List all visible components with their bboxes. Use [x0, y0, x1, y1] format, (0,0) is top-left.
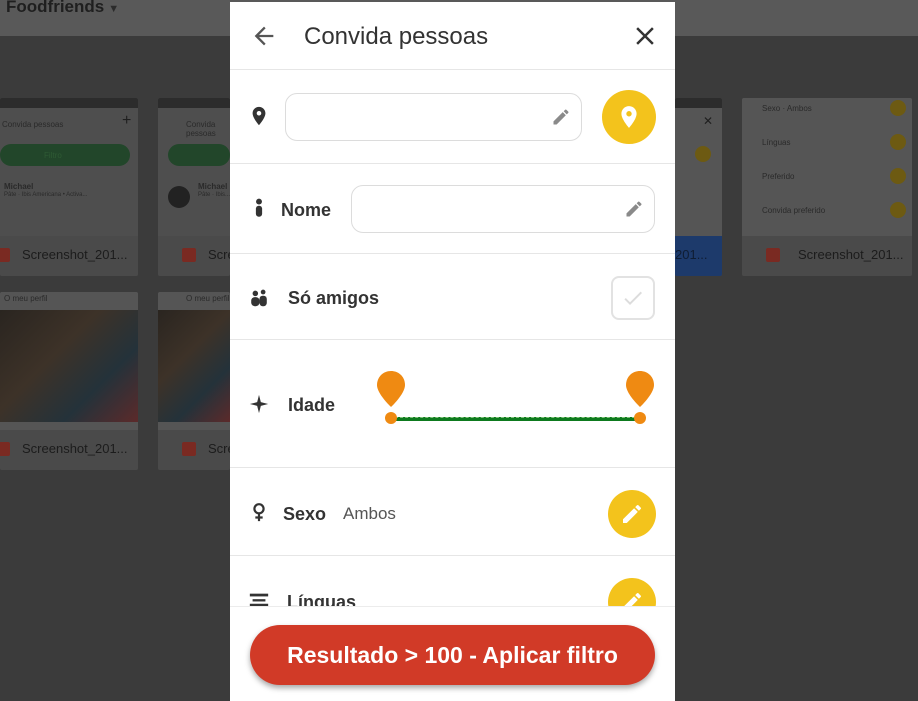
sex-value: Ambos [343, 504, 396, 523]
plus-icon: + [122, 112, 132, 129]
check-icon [624, 291, 642, 305]
age-max-value: 100 [659, 376, 675, 390]
card-person-name: Michael [4, 182, 34, 191]
sex-label: Sexo [283, 504, 327, 524]
back-arrow-icon[interactable] [250, 22, 278, 50]
card-row-text: Línguas [762, 138, 791, 147]
location-input[interactable] [298, 104, 538, 130]
name-input[interactable] [364, 196, 604, 222]
file-card[interactable]: ✕ 201... [675, 98, 722, 276]
file-name: 201... [675, 247, 708, 262]
card-person-sub: Pâte · Ibis... [198, 192, 230, 198]
file-name: Screenshot_201... [22, 441, 128, 456]
age-slider-track[interactable] [390, 417, 640, 421]
image-file-icon [182, 248, 196, 262]
card-row-text: Sexo · Ambos [762, 104, 812, 113]
edit-pencil-icon[interactable] [624, 199, 644, 219]
card-person-name: Michael [198, 182, 228, 191]
apply-filter-button[interactable]: Resultado > 100 - Aplicar filtro [250, 625, 655, 685]
chevron-down-icon: ▼ [108, 3, 120, 15]
card-filter-label: Filtro [44, 151, 62, 160]
age-label: Idade [288, 395, 336, 415]
location-field[interactable] [285, 93, 582, 141]
file-card[interactable]: Convida pessoas + Filtro Michael Pâte · … [0, 98, 138, 276]
card-header-text: O meu perfil [4, 294, 48, 303]
file-card[interactable]: O meu perfil Screenshot_201... [0, 292, 138, 470]
invite-people-dialog: Convida pessoas Nome Só amigos Idade 18 … [230, 2, 675, 701]
sex-row: Sexo Ambos [230, 468, 675, 556]
profile-photo [158, 310, 230, 422]
file-name: Screenshot_201... [208, 247, 230, 262]
age-min-pin[interactable]: 18 [376, 370, 428, 408]
map-pin-icon [626, 371, 654, 407]
avatar [168, 186, 190, 208]
friends-only-label: Só amigos [288, 288, 380, 308]
file-card[interactable]: Sexo · Ambos Línguas Preferido Convida p… [742, 98, 912, 276]
card-row-text: Preferido [762, 172, 795, 181]
edit-pencil-icon [623, 505, 641, 523]
file-card[interactable]: O meu perfil Screenshot_201... [158, 292, 230, 470]
location-pin-icon [621, 106, 637, 128]
card-header-text: Convida pessoas [186, 120, 216, 138]
edit-pencil-icon[interactable] [551, 107, 571, 127]
age-row: Idade 18 100 [230, 340, 675, 468]
location-row [230, 70, 675, 164]
female-symbol-icon [253, 503, 265, 522]
dialog-header: Convida pessoas [230, 2, 675, 70]
card-header-text: Convida pessoas [2, 120, 64, 129]
file-name: Screenshot_201... [208, 441, 230, 456]
close-icon[interactable] [630, 21, 660, 51]
name-row: Nome [230, 164, 675, 254]
age-max-handle[interactable] [634, 412, 646, 424]
age-min-value: 18 [413, 376, 429, 391]
card-person-sub: Pâte · Ibis Americana • Activa... [4, 192, 88, 198]
friends-icon [251, 289, 267, 307]
age-max-pin[interactable]: 100 [625, 370, 675, 408]
image-file-icon [182, 442, 196, 456]
image-file-icon [0, 442, 10, 456]
location-pin-icon [252, 106, 266, 126]
sparkle-icon [249, 394, 269, 414]
card-header-text: O meu perfil [186, 294, 230, 303]
use-my-location-button[interactable] [602, 90, 656, 144]
name-label: Nome [281, 200, 332, 220]
image-file-icon [766, 248, 780, 262]
edit-sex-button[interactable] [608, 490, 656, 538]
age-min-handle[interactable] [385, 412, 397, 424]
dialog-title: Convida pessoas [304, 23, 489, 50]
app-title[interactable]: Foodfriends ▼ [6, 0, 119, 17]
card-row-text: Convida preferido [762, 206, 826, 215]
friends-only-checkbox[interactable] [611, 276, 655, 320]
close-icon: ✕ [703, 114, 714, 128]
map-pin-icon [377, 371, 405, 407]
friends-only-row: Só amigos [230, 254, 675, 340]
profile-photo [0, 310, 138, 422]
file-name: Screenshot_201... [798, 247, 904, 262]
name-field[interactable] [351, 185, 655, 233]
file-name: Screenshot_201... [22, 247, 128, 262]
person-icon [255, 198, 263, 217]
image-file-icon [0, 248, 10, 262]
file-card[interactable]: Convida pessoas Michael Pâte · Ibis... S… [158, 98, 230, 276]
